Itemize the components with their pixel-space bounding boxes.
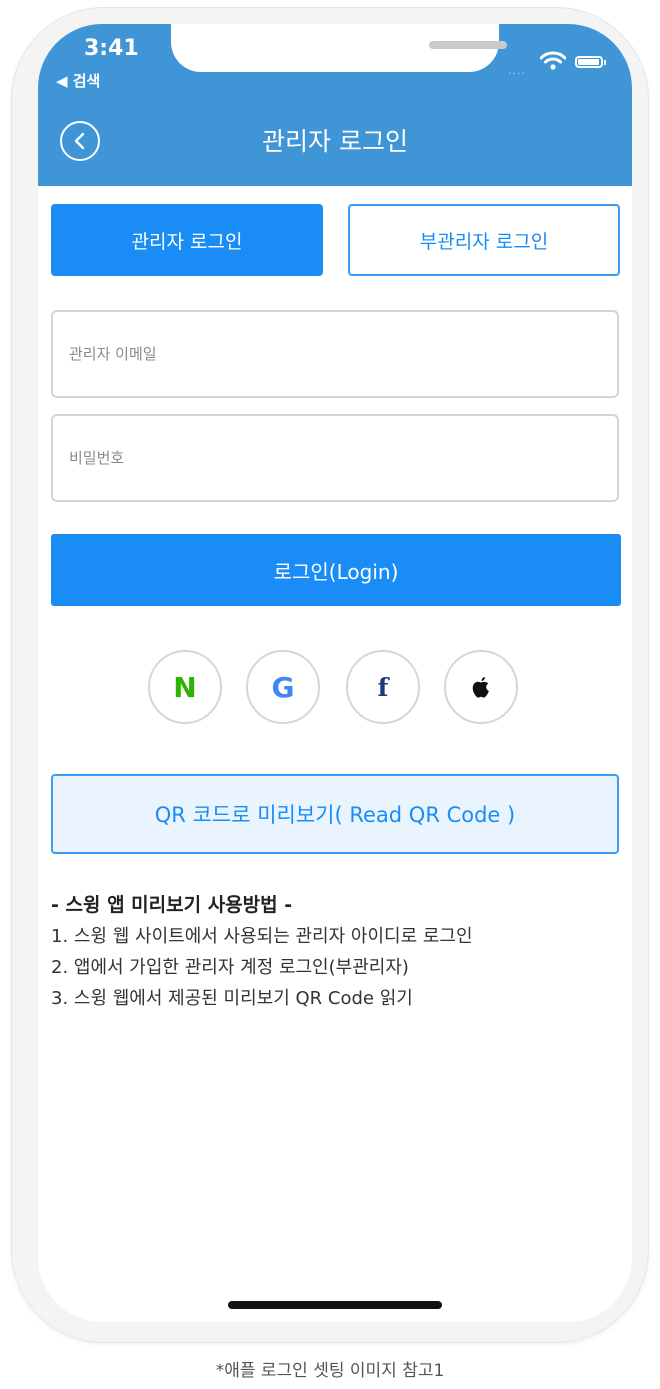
google-login-button[interactable]: G	[246, 650, 320, 724]
apple-icon	[472, 677, 489, 698]
login-button[interactable]: 로그인(Login)	[51, 534, 621, 606]
help-step-3: 3. 스윙 웹에서 제공된 미리보기 QR Code 읽기	[51, 988, 413, 1009]
battery-tip	[604, 60, 606, 65]
battery-icon	[575, 56, 603, 68]
app-header: 3:41 ◀ 검색 .... 관리자 로그인	[38, 24, 632, 186]
facebook-icon: f	[377, 672, 389, 702]
naver-icon: N	[173, 670, 197, 704]
google-icon: G	[271, 670, 295, 704]
help-step-1: 1. 스윙 웹 사이트에서 사용되는 관리자 아이디로 로그인	[51, 926, 473, 947]
help-title: - 스윙 앱 미리보기 사용방법 -	[51, 894, 293, 916]
image-caption: *애플 로그인 셋팅 이미지 참고1	[215, 1361, 445, 1381]
app-screen: 3:41 ◀ 검색 .... 관리자 로그인 관리자 로그인 부관리자 로그인 …	[38, 24, 632, 1322]
qr-preview-button[interactable]: QR 코드로 미리보기( Read QR Code )	[51, 774, 619, 854]
password-input[interactable]	[51, 414, 619, 502]
facebook-login-button[interactable]: f	[346, 650, 420, 724]
tab-sub-admin-login[interactable]: 부관리자 로그인	[348, 204, 620, 276]
email-input[interactable]	[51, 310, 619, 398]
back-to-app-link[interactable]: ◀ 검색	[56, 70, 100, 91]
tab-admin-login[interactable]: 관리자 로그인	[51, 204, 323, 276]
status-time: 3:41	[84, 36, 139, 61]
help-step-2: 2. 앱에서 가입한 관리자 계정 로그인(부관리자)	[51, 957, 409, 978]
home-indicator[interactable]	[228, 1301, 442, 1309]
naver-login-button[interactable]: N	[148, 650, 222, 724]
wifi-icon	[539, 51, 567, 75]
device-notch	[171, 24, 507, 72]
speaker-grille	[429, 41, 507, 49]
signal-dots: ....	[508, 64, 526, 77]
page-title: 관리자 로그인	[262, 127, 408, 156]
apple-login-button[interactable]	[444, 650, 518, 724]
